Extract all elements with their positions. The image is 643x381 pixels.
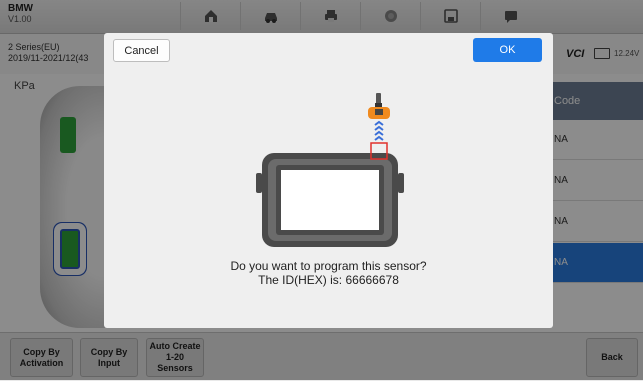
- dialog-message: Do you want to program this sensor? The …: [104, 259, 553, 287]
- signal-chevrons-icon: [374, 120, 384, 141]
- dialog-question: Do you want to program this sensor?: [230, 259, 427, 273]
- tpms-sensor-icon: [368, 93, 390, 119]
- ok-button[interactable]: OK: [473, 38, 542, 62]
- sensor-programming-illustration: [256, 93, 404, 247]
- sensor-id-text: The ID(HEX) is: 66666678: [258, 273, 399, 287]
- cancel-button[interactable]: Cancel: [113, 39, 170, 62]
- dialog-header: Cancel OK: [104, 33, 553, 65]
- program-sensor-dialog: Cancel OK Do you want to program this se…: [104, 33, 553, 328]
- tablet-icon: [256, 153, 404, 247]
